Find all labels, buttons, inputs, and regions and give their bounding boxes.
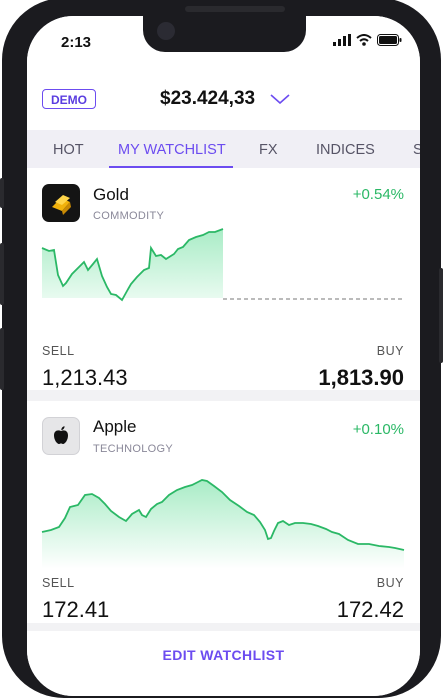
instrument-name: Gold xyxy=(93,185,129,204)
sell-label: SELL xyxy=(42,576,75,590)
gold-sparkline xyxy=(41,228,405,302)
chevron-down-icon[interactable] xyxy=(270,94,290,104)
phone-side-button xyxy=(0,178,4,208)
watchlist-footer: EDIT WATCHLIST xyxy=(27,631,420,696)
tab-indices[interactable]: INDICES xyxy=(316,142,375,158)
camera-icon xyxy=(157,22,175,40)
account-header: DEMO $23.424,33 xyxy=(27,68,420,130)
sell-price[interactable]: 1,213.43 xyxy=(42,365,128,391)
account-balance[interactable]: $23.424,33 xyxy=(160,88,255,110)
battery-icon xyxy=(377,34,402,46)
buy-price[interactable]: 1,813.90 xyxy=(318,365,404,391)
instrument-name: Apple xyxy=(93,417,137,436)
signal-icon xyxy=(333,34,351,46)
wifi-icon xyxy=(356,34,372,46)
sell-label: SELL xyxy=(42,344,75,358)
tab-partial[interactable]: S xyxy=(413,142,420,158)
status-bar: 2:13 xyxy=(27,16,420,68)
phone-volume-up xyxy=(0,243,4,305)
tab-fx[interactable]: FX xyxy=(259,142,278,158)
buy-label: BUY xyxy=(376,576,404,590)
change-percent: +0.10% xyxy=(352,421,404,438)
watchlist-card-gold[interactable]: Gold COMMODITY +0.54% SELL BUY 1,213.43 … xyxy=(27,168,420,390)
instrument-category: COMMODITY xyxy=(93,210,165,222)
phone-frame: 2:13 DEMO $23.424,33 HOT MY WATCHLIST FX… xyxy=(0,0,443,698)
gold-bars-icon xyxy=(42,184,80,222)
change-percent: +0.54% xyxy=(352,186,404,203)
phone-speaker xyxy=(185,6,285,12)
apple-logo-icon xyxy=(42,417,80,455)
phone-volume-down xyxy=(0,328,4,390)
notch xyxy=(143,16,306,52)
tab-hot[interactable]: HOT xyxy=(53,142,84,158)
watchlist-card-apple[interactable]: Apple TECHNOLOGY +0.10% SELL BUY 172.41 … xyxy=(27,401,420,623)
demo-badge[interactable]: DEMO xyxy=(42,89,96,109)
apple-sparkline xyxy=(41,479,405,569)
phone-power-button xyxy=(439,268,443,363)
instrument-category: TECHNOLOGY xyxy=(93,443,174,455)
buy-price[interactable]: 172.42 xyxy=(337,597,404,623)
category-tabs: HOT MY WATCHLIST FX INDICES S xyxy=(27,130,420,168)
tab-my-watchlist[interactable]: MY WATCHLIST xyxy=(118,142,226,158)
edit-watchlist-button[interactable]: EDIT WATCHLIST xyxy=(27,647,420,663)
status-icons xyxy=(333,34,402,46)
screen: 2:13 DEMO $23.424,33 HOT MY WATCHLIST FX… xyxy=(27,16,420,696)
status-time: 2:13 xyxy=(61,34,92,51)
buy-label: BUY xyxy=(376,344,404,358)
sell-price[interactable]: 172.41 xyxy=(42,597,109,623)
